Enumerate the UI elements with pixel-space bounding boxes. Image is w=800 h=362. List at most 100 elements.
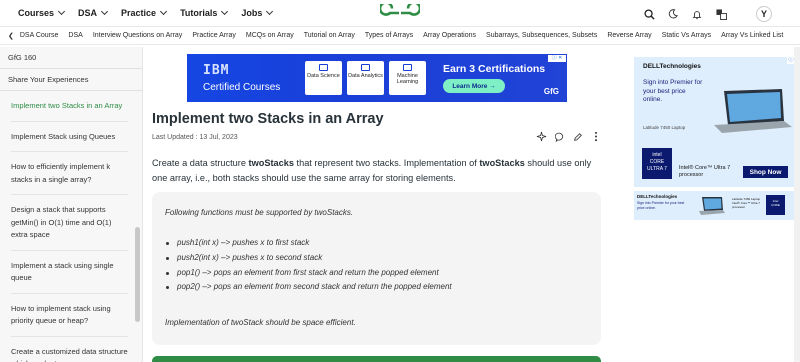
ibm-logo: IBM xyxy=(203,63,230,78)
dell-logo: DELLTechnologies xyxy=(637,194,678,199)
menu-jobs[interactable]: Jobs xyxy=(241,7,274,18)
intro-bold-term: twoStacks xyxy=(248,158,294,168)
requirements-box: Following functions must be supported by… xyxy=(152,192,601,345)
function-item: push1(int x) –> pushes x to first stack xyxy=(165,236,452,251)
sidebar-item[interactable]: Create a customized data structure which… xyxy=(11,337,128,362)
ad-card-label: Data Science xyxy=(307,73,340,79)
topic-subnav: ❮ DSA Course DSA Interview Questions on … xyxy=(0,27,800,45)
page-scrollbar[interactable] xyxy=(794,47,800,362)
laptop-image xyxy=(714,89,792,133)
translate-icon[interactable] xyxy=(714,7,728,21)
dell-ad-small[interactable]: DELLTechnologies Sign into Premier for y… xyxy=(634,191,795,220)
gfg-ad-logo: GfG xyxy=(543,87,559,96)
edit-icon[interactable] xyxy=(572,131,583,142)
box-intro: Following functions must be supported by… xyxy=(165,208,354,217)
subnav-item[interactable]: Static Vs Arrays xyxy=(662,32,711,39)
sidebar-header[interactable]: GfG 160 xyxy=(0,47,142,69)
intel-badge: intel CORE ULTRA 7 xyxy=(642,148,672,179)
sidebar-list: Implement two Stacks in an Array Impleme… xyxy=(0,91,142,362)
left-sidebar: GfG 160 Share Your Experiences Implement… xyxy=(0,47,143,362)
more-options-icon[interactable] xyxy=(590,131,601,142)
menu-label: Courses xyxy=(18,8,55,18)
article-intro: Create a data structure twoStacks that r… xyxy=(152,156,602,185)
menu-label: Jobs xyxy=(241,8,263,18)
chevron-down-icon xyxy=(266,7,274,16)
page-title: Implement two Stacks in an Array xyxy=(152,111,384,127)
sidebar-scrollbar[interactable] xyxy=(135,227,140,322)
processor-text: Intel® Core™ Ultra 7 processor xyxy=(732,201,760,209)
subnav-item[interactable]: Subarrays, Subsequences, Subsets xyxy=(486,32,597,39)
last-updated: Last Updated : 13 Jul, 2023 xyxy=(152,134,238,141)
menu-courses[interactable]: Courses xyxy=(18,7,66,18)
ai-sparkle-icon[interactable] xyxy=(536,131,547,142)
menu-label: DSA xyxy=(78,8,98,18)
dell-ad-model: Latitude 7450 Laptop xyxy=(643,125,686,130)
chart-icon xyxy=(319,64,328,71)
gfg-logo-icon[interactable] xyxy=(380,4,420,22)
functions-list: push1(int x) –> pushes x to first stack … xyxy=(165,236,452,295)
intel-badge-text: intel xyxy=(652,152,662,158)
menu-tutorials[interactable]: Tutorials xyxy=(180,7,229,18)
dell-ad-pitch: Sign into Premier for your best price on… xyxy=(643,79,703,103)
subnav-item[interactable]: DSA Course xyxy=(20,32,59,39)
intro-bold-term: twoStacks xyxy=(479,158,525,168)
ad-learn-more-button[interactable]: Learn More → xyxy=(443,79,505,93)
subnav-item[interactable]: Array Vs Linked List xyxy=(721,32,783,39)
sidebar-section[interactable]: Share Your Experiences xyxy=(0,69,142,91)
sidebar-item[interactable]: Design a stack that supports getMin() in… xyxy=(11,195,128,251)
menu-practice[interactable]: Practice xyxy=(121,7,168,18)
laptop-image xyxy=(699,197,725,215)
chevron-left-icon[interactable]: ❮ xyxy=(8,32,14,40)
article-actions xyxy=(536,131,601,142)
bell-icon[interactable] xyxy=(690,7,704,21)
ad-banner[interactable]: IBM Certified Courses Data Science Data … xyxy=(187,54,567,102)
intel-badge-text: ULTRA 7 xyxy=(647,166,667,172)
sidebar-item[interactable]: Implement Stack using Queues xyxy=(11,122,128,152)
subnav-item[interactable]: DSA xyxy=(68,32,82,39)
comment-icon[interactable] xyxy=(554,131,565,142)
function-item: push2(int x) –> pushes x to second stack xyxy=(165,251,452,266)
subnav-item[interactable]: Practice Array xyxy=(192,32,236,39)
ad-card-label: Data Analytics xyxy=(348,73,383,79)
top-icons: Y xyxy=(642,6,772,22)
search-icon[interactable] xyxy=(642,7,656,21)
dell-logo: DELLTechnologies xyxy=(643,63,701,70)
subnav-item[interactable]: Tutorial on Array xyxy=(304,32,355,39)
subnav-item[interactable]: Reverse Array xyxy=(607,32,651,39)
ad-choices-icon[interactable]: ⓘ ✕ xyxy=(548,55,566,62)
subnav-item[interactable]: Array Operations xyxy=(423,32,476,39)
intel-badge-text: CORE xyxy=(771,203,780,207)
chart-icon xyxy=(361,64,370,71)
subnav-item[interactable]: Interview Questions on Array xyxy=(93,32,183,39)
sidebar-item[interactable]: Implement a stack using single queue xyxy=(11,251,128,294)
ad-headline: Certified Courses xyxy=(203,82,281,93)
intro-text: Create a data structure xyxy=(152,158,249,168)
function-item: pop1() –> pops an element from first sta… xyxy=(165,266,452,281)
function-item: pop2() –> pops an element from second st… xyxy=(165,280,452,295)
intel-badge: intel CORE xyxy=(766,195,785,215)
intro-text: that represent two stacks. Implementatio… xyxy=(293,158,480,168)
menu-label: Practice xyxy=(121,8,157,18)
code-tabs-bar[interactable] xyxy=(152,356,601,362)
chevron-down-icon xyxy=(57,7,66,16)
ad-card-machine-learning: Machine Learning xyxy=(389,61,426,95)
dell-ad-small-text: Latitude 7450 Laptop Intel® Core™ Ultra 7… xyxy=(732,197,764,209)
sidebar-item[interactable]: How to efficiently implement k stacks in… xyxy=(11,152,128,195)
top-navbar: Courses DSA Practice Tutorials Jobs Y xyxy=(0,0,800,27)
subnav-item[interactable]: Types of Arrays xyxy=(365,32,413,39)
ad-card-data-analytics: Data Analytics xyxy=(347,61,384,95)
intel-badge-text: CORE xyxy=(649,159,665,165)
chevron-down-icon xyxy=(100,7,109,16)
sidebar-item[interactable]: How to implement stack using priority qu… xyxy=(11,294,128,337)
dell-ad[interactable]: DELLTechnologies Sign into Premier for y… xyxy=(634,57,795,187)
chevron-down-icon xyxy=(221,7,229,16)
avatar[interactable]: Y xyxy=(756,6,772,22)
dell-ad-pitch: Sign into Premier for your best price on… xyxy=(637,201,685,210)
main-menu: Courses DSA Practice Tutorials Jobs xyxy=(18,7,286,18)
menu-dsa[interactable]: DSA xyxy=(78,7,109,18)
subnav-item[interactable]: MCQs on Array xyxy=(246,32,294,39)
ad-earn-text: Earn 3 Certifications xyxy=(443,63,546,75)
shop-now-button[interactable]: Shop Now xyxy=(743,166,788,178)
sidebar-item-active[interactable]: Implement two Stacks in an Array xyxy=(11,91,128,122)
dark-mode-icon[interactable] xyxy=(666,7,680,21)
